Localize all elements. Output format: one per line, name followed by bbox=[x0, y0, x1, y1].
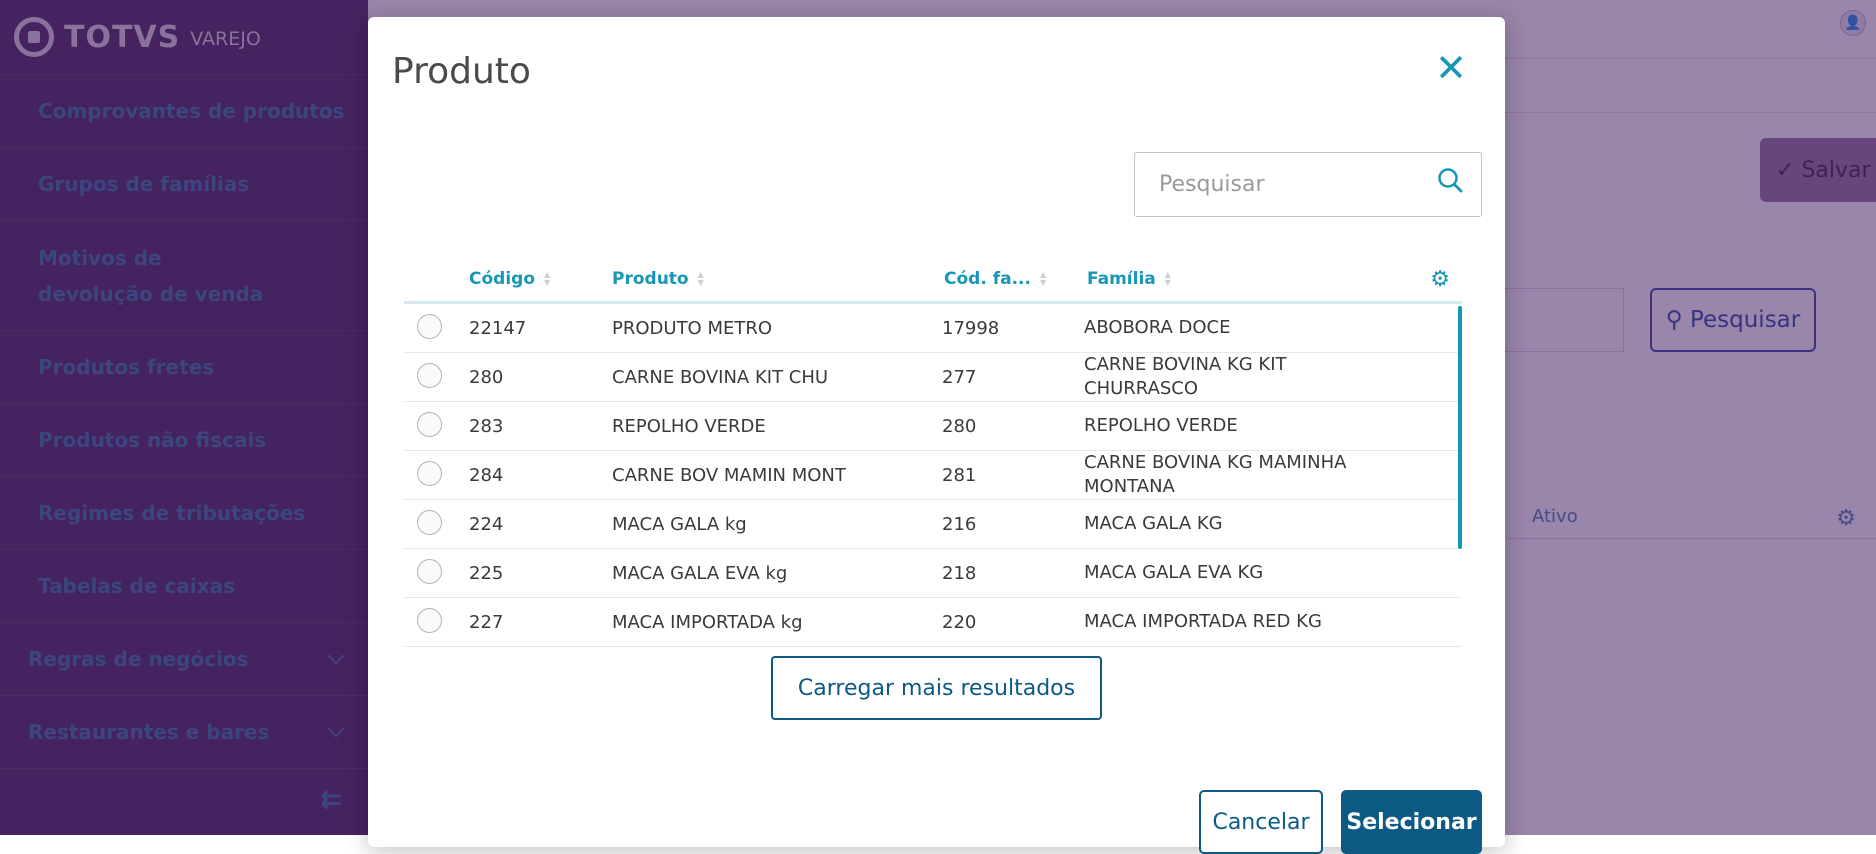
cell-familia: MACA GALA EVA KG bbox=[1084, 562, 1264, 583]
column-header-cod-familia[interactable]: Cód. fa... ▲ ▼ bbox=[944, 269, 1046, 289]
cell-cod-familia: 220 bbox=[942, 612, 977, 633]
row-radio[interactable] bbox=[417, 510, 442, 535]
sort-icon: ▲ ▼ bbox=[1039, 270, 1047, 287]
cell-codigo: 284 bbox=[469, 465, 504, 486]
cell-cod-familia: 218 bbox=[942, 563, 977, 584]
cell-cod-familia: 281 bbox=[942, 465, 977, 486]
cell-produto: CARNE BOV MAMIN MONT bbox=[612, 465, 846, 486]
cell-produto: MACA IMPORTADA kg bbox=[612, 612, 803, 633]
modal-search-field[interactable] bbox=[1134, 152, 1482, 217]
column-header-codigo[interactable]: Código ▲ ▼ bbox=[469, 269, 550, 289]
cell-cod-familia: 17998 bbox=[942, 318, 1000, 339]
cell-produto: PRODUTO METRO bbox=[612, 318, 773, 339]
table-row[interactable]: 22147 PRODUTO METRO 17998 ABOBORA DOCE bbox=[404, 304, 1462, 353]
cancel-button[interactable]: Cancelar bbox=[1199, 790, 1323, 854]
cell-produto: CARNE BOVINA KIT CHU bbox=[612, 367, 829, 388]
cell-familia: MACA GALA KG bbox=[1084, 513, 1223, 534]
cell-familia: MACA IMPORTADA RED KG bbox=[1084, 611, 1322, 632]
cell-familia: CARNE BOVINA KG MAMINHA MONTANA bbox=[1084, 452, 1347, 497]
cell-codigo: 224 bbox=[469, 514, 504, 535]
column-label: Cód. fa... bbox=[944, 269, 1031, 289]
column-label: Produto bbox=[612, 269, 689, 289]
table-scrollbar[interactable] bbox=[1458, 306, 1462, 549]
row-radio[interactable] bbox=[417, 461, 442, 486]
load-more-button[interactable]: Carregar mais resultados bbox=[771, 656, 1102, 720]
row-radio[interactable] bbox=[417, 559, 442, 584]
row-radio[interactable] bbox=[417, 412, 442, 437]
cell-cod-familia: 280 bbox=[942, 416, 977, 437]
table-row[interactable]: 225 MACA GALA EVA kg 218 MACA GALA EVA K… bbox=[404, 549, 1462, 598]
table-row[interactable]: 280 CARNE BOVINA KIT CHU 277 CARNE BOVIN… bbox=[404, 353, 1462, 402]
product-modal: Produto ✕ Código ▲▼ Produto ▲▼ Cód. fa... ▲… bbox=[368, 17, 1505, 854]
table-row[interactable]: 224 MACA GALA kg 216 MACA GALA KG bbox=[404, 500, 1462, 549]
table-body: 22147 PRODUTO METRO 17998 ABOBORA DOCE 2… bbox=[404, 304, 1462, 647]
cell-produto: MACA GALA EVA kg bbox=[612, 563, 788, 584]
column-header-produto[interactable]: Produto ▲ ▼ bbox=[612, 269, 704, 289]
close-icon[interactable]: ✕ bbox=[1435, 49, 1467, 87]
select-button[interactable]: Selecionar bbox=[1341, 790, 1482, 854]
cell-codigo: 283 bbox=[469, 416, 504, 437]
cell-familia: CARNE BOVINA KG KIT CHURRASCO bbox=[1084, 354, 1287, 399]
search-icon[interactable] bbox=[1437, 167, 1463, 193]
sort-icon: ▲ ▼ bbox=[1164, 270, 1171, 287]
search-input[interactable] bbox=[1157, 171, 1421, 198]
table-row[interactable]: 284 CARNE BOV MAMIN MONT 281 CARNE BOVIN… bbox=[404, 451, 1462, 500]
sort-icon: ▲ ▼ bbox=[544, 270, 551, 287]
table-header: Código ▲ ▼ Produto ▲ ▼ Cód. fa... ▲ ▼ Família ▲… bbox=[404, 259, 1462, 304]
cell-codigo: 280 bbox=[469, 367, 504, 388]
column-label: Código bbox=[469, 269, 535, 289]
products-table: Código ▲ ▼ Produto ▲ ▼ Cód. fa... ▲ ▼ Família ▲… bbox=[404, 259, 1462, 647]
table-row[interactable]: 283 REPOLHO VERDE 280 REPOLHO VERDE bbox=[404, 402, 1462, 451]
cell-familia: REPOLHO VERDE bbox=[1084, 415, 1238, 436]
cell-codigo: 227 bbox=[469, 612, 504, 633]
cell-produto: MACA GALA kg bbox=[612, 514, 747, 535]
column-header-familia[interactable]: Família ▲ ▼ bbox=[1087, 269, 1171, 289]
sort-icon: ▲ ▼ bbox=[697, 270, 704, 287]
cell-produto: REPOLHO VERDE bbox=[612, 416, 766, 437]
gear-icon[interactable]: ⚙ bbox=[1430, 267, 1450, 292]
column-label: Família bbox=[1087, 269, 1156, 289]
cell-cod-familia: 277 bbox=[942, 367, 977, 388]
row-radio[interactable] bbox=[417, 363, 442, 388]
cell-cod-familia: 216 bbox=[942, 514, 977, 535]
cell-familia: ABOBORA DOCE bbox=[1084, 317, 1231, 338]
table-row[interactable]: 227 MACA IMPORTADA kg 220 MACA IMPORTADA… bbox=[404, 598, 1462, 647]
cell-codigo: 22147 bbox=[469, 318, 527, 339]
modal-title: Produto bbox=[392, 51, 531, 92]
row-radio[interactable] bbox=[417, 608, 442, 633]
cell-codigo: 225 bbox=[469, 563, 504, 584]
row-radio[interactable] bbox=[417, 314, 442, 339]
